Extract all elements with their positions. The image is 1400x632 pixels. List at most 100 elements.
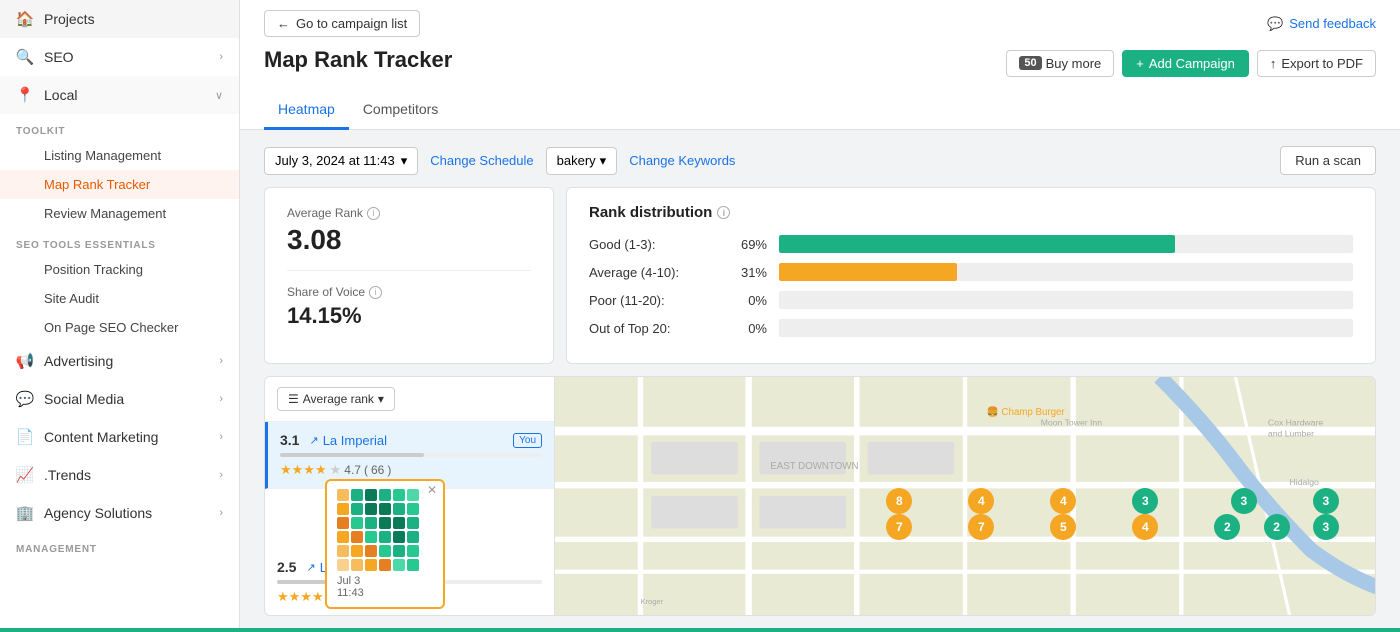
feedback-icon: 💬 [1267,16,1283,32]
external-link-icon: ↗ [306,561,315,574]
distribution-title: Rank distribution i [589,204,1353,221]
star-row: ★★★★★ 4.7 (66) [280,462,542,478]
external-link-icon: ↗ [309,434,318,447]
sidebar-item-local[interactable]: 📍 Local ∨ [0,76,239,114]
map-pin[interactable]: 4 [968,488,994,514]
change-schedule-link[interactable]: Change Schedule [430,153,533,168]
dist-row-poor: Poor (11-20): 0% [589,291,1353,309]
add-campaign-button[interactable]: + Add Campaign [1122,50,1249,77]
credits-badge: 50 [1019,56,1041,70]
sidebar-item-map-rank-tracker[interactable]: Map Rank Tracker [0,170,239,199]
dist-pct-poor: 0% [731,293,767,308]
you-badge: You [513,433,542,448]
export-pdf-button[interactable]: ↑ Export to PDF [1257,50,1376,77]
seo-essentials-label: SEO TOOLS ESSENTIALS [0,228,239,255]
distribution-info-icon[interactable]: i [717,206,730,219]
dist-pct-outtop: 0% [731,321,767,336]
map-pin[interactable]: 8 [886,488,912,514]
sidebar-item-projects[interactable]: 🏠 Projects [0,0,239,38]
agency-icon: 🏢 [16,504,34,522]
page-header: ← Go to campaign list 💬 Send feedback Ma… [240,0,1400,130]
chevron-down-icon: ▾ [401,153,408,169]
sidebar-item-review-management[interactable]: Review Management [0,199,239,228]
back-to-campaign-button[interactable]: ← Go to campaign list [264,10,420,37]
filter-icon: ☰ [288,392,299,406]
tab-heatmap[interactable]: Heatmap [264,93,349,130]
tab-competitors[interactable]: Competitors [349,93,452,130]
sidebar-item-label: Projects [44,11,95,27]
sidebar-item-label: Social Media [44,391,124,407]
tab-heatmap-label: Heatmap [278,101,335,117]
dist-row-outtop: Out of Top 20: 0% [589,319,1353,337]
sidebar-item-label: Advertising [44,353,113,369]
breadcrumb-bar: ← Go to campaign list 💬 Send feedback [264,0,1376,43]
filter-button[interactable]: ☰ Average rank ▾ [277,387,395,411]
dist-bar-average [779,263,957,281]
feedback-label: Send feedback [1289,16,1376,31]
map-pin[interactable]: 3 [1313,488,1339,514]
map-pin[interactable]: 2 [1214,514,1240,540]
sidebar-item-label: Local [44,87,77,103]
chevron-right-icon: › [219,469,223,481]
sidebar-item-advertising[interactable]: 📢 Advertising › [0,342,239,380]
rating: 4.7 [344,463,361,477]
export-label: Export to PDF [1281,56,1363,71]
seo-icon: 🔍 [16,48,34,66]
dist-bar-good [779,235,1175,253]
map-pin[interactable]: 5 [1050,514,1076,540]
sidebar-item-social-media[interactable]: 💬 Social Media › [0,380,239,418]
buy-more-button[interactable]: 50 Buy more [1006,50,1114,77]
map-pin[interactable]: 3 [1313,514,1339,540]
page-title-row: Map Rank Tracker 50 Buy more + Add Campa… [264,43,1376,93]
content-area: July 3, 2024 at 11:43 ▾ Change Schedule … [240,130,1400,632]
home-icon: 🏠 [16,10,34,28]
run-scan-button[interactable]: Run a scan [1280,146,1376,175]
keyword-picker[interactable]: bakery ▾ [546,147,618,175]
change-keywords-link[interactable]: Change Keywords [629,153,735,168]
map-pins-layer: 8443337754223 [555,377,1375,615]
business-rank: 3.1 [280,432,299,448]
run-scan-label: Run a scan [1295,153,1361,168]
sidebar-item-label: SEO [44,49,74,65]
sidebar-item-listing-management[interactable]: Listing Management [0,141,239,170]
average-rank-label: Average Rank i [287,206,531,220]
sidebar-item-trends[interactable]: 📈 .Trends › [0,456,239,494]
tooltip-close-icon[interactable]: ✕ [427,483,437,497]
map-pin[interactable]: 3 [1231,488,1257,514]
map-pin[interactable]: 4 [1132,514,1158,540]
map-pin[interactable]: 2 [1264,514,1290,540]
stats-card: Average Rank i 3.08 Share of Voice i 14.… [264,187,554,364]
sidebar: 🏠 Projects 🔍 SEO › 📍 Local ∨ TOOLKIT Lis… [0,0,240,632]
map-pin[interactable]: 4 [1050,488,1076,514]
dist-pct-good: 69% [731,237,767,252]
map-pin[interactable]: 3 [1132,488,1158,514]
add-campaign-label: Add Campaign [1149,56,1235,71]
sidebar-item-site-audit[interactable]: Site Audit [0,284,239,313]
page-title: Map Rank Tracker [264,43,452,83]
distribution-card: Rank distribution i Good (1-3): 69% Aver… [566,187,1376,364]
date-value: July 3, 2024 at 11:43 [275,153,395,168]
average-rank-info-icon[interactable]: i [367,207,380,220]
dist-bar-bg-good [779,235,1353,253]
dist-pct-average: 31% [731,265,767,280]
sidebar-sub-label: On Page SEO Checker [44,320,178,335]
sidebar-item-seo[interactable]: 🔍 SEO › [0,38,239,76]
chevron-right-icon: › [219,431,223,443]
business-name[interactable]: La Imperial [323,433,387,448]
dist-label-poor: Poor (11-20): [589,293,719,308]
share-of-voice-info-icon[interactable]: i [369,286,382,299]
map-pin[interactable]: 7 [968,514,994,540]
sidebar-item-on-page-seo[interactable]: On Page SEO Checker [0,313,239,342]
sidebar-item-agency-solutions[interactable]: 🏢 Agency Solutions › [0,494,239,532]
map-area[interactable]: EAST DOWNTOWN Moon Tower Inn 🍔 Champ Bur… [555,377,1375,615]
sidebar-item-position-tracking[interactable]: Position Tracking [0,255,239,284]
local-icon: 📍 [16,86,34,104]
stars: ★★★★ [280,462,327,478]
export-icon: ↑ [1270,56,1277,71]
score-fill [280,453,424,457]
date-picker[interactable]: July 3, 2024 at 11:43 ▾ [264,147,418,175]
keyword-value: bakery [557,153,596,168]
sidebar-item-content-marketing[interactable]: 📄 Content Marketing › [0,418,239,456]
map-pin[interactable]: 7 [886,514,912,540]
send-feedback-button[interactable]: 💬 Send feedback [1267,16,1376,32]
